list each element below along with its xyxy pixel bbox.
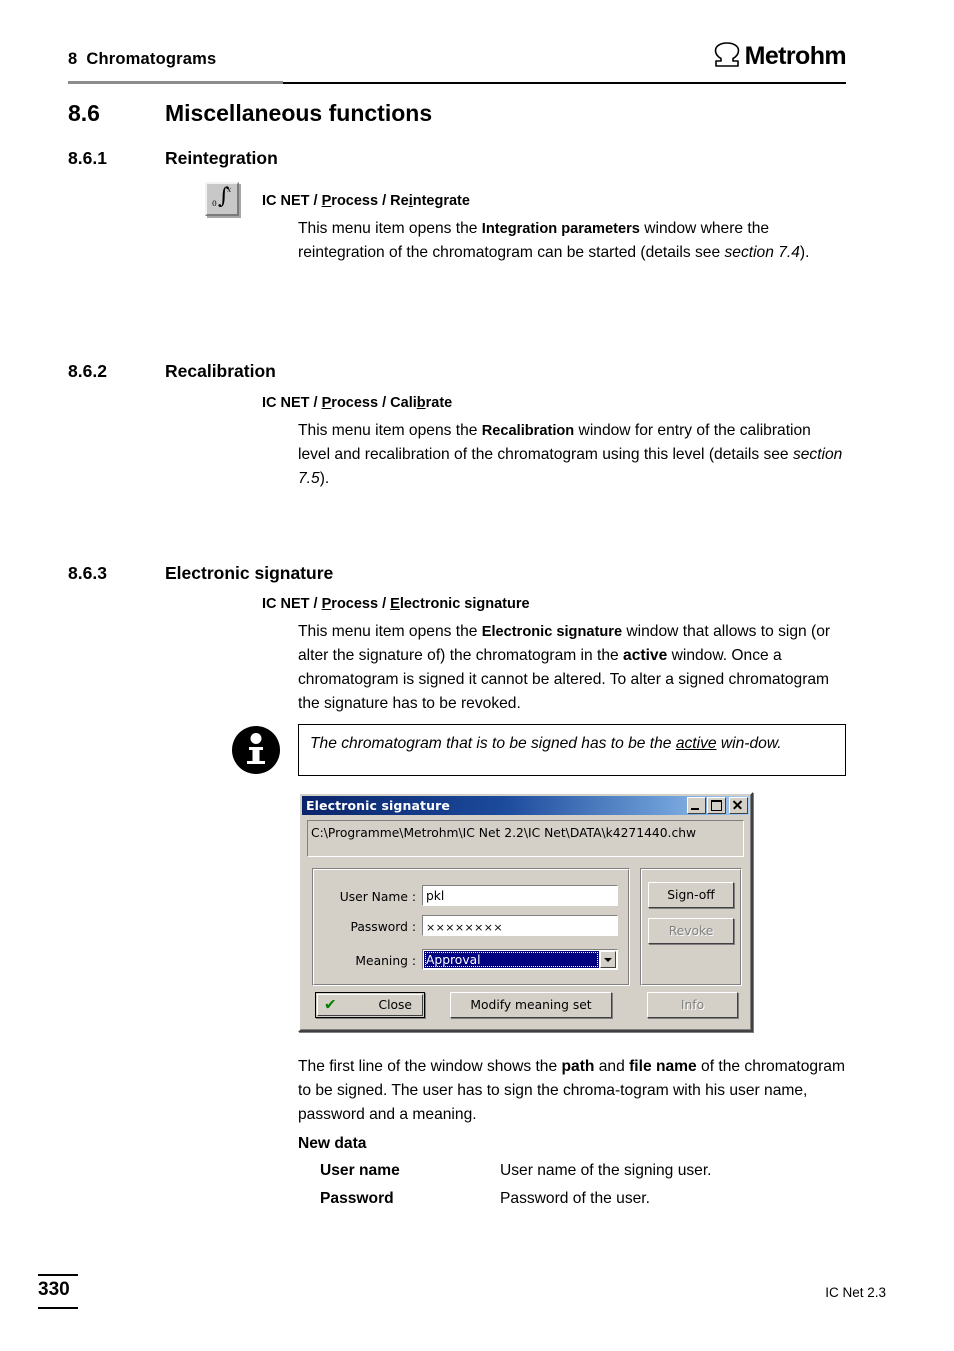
integral-glyph: ∫ x 0 [207,184,237,214]
menu-path-prefix: IC NET / [262,395,322,411]
info-icon-dot [250,733,262,744]
page-number: 330 [38,1279,70,1300]
electronic-signature-dialog: Electronic signature C:\Programme\Metroh… [298,792,753,1032]
minimize-button[interactable] [687,797,706,814]
meaning-selected-value: Approval [424,951,599,968]
menu-sep: / [378,395,391,411]
definition-description: Password of the user. [500,1190,650,1207]
user-name-label: User Name : [339,890,416,904]
close-button-label: Close [378,998,413,1012]
info-icon-serif-bottom [247,761,265,764]
menu-reintegrate-b: ntegrate [412,193,470,209]
subsection-title: Reintegration [165,148,278,168]
sign-off-button[interactable]: Sign-off [648,882,734,908]
checkmark-icon: ✔ [324,995,337,1014]
menu-accel-b: b [416,395,426,411]
definition-list: User name User name of the signing user.… [320,1162,850,1218]
menu-sep: / [378,193,391,209]
password-input[interactable]: ×××××××× [422,915,618,936]
subsection-number: 8.6.1 [68,148,107,168]
subsection-heading-reintegration: 8.6.1 Reintegration [68,148,278,169]
callout-text-line2: dow. [749,735,782,752]
definition-term: User name [320,1162,400,1179]
definition-term: Password [320,1190,394,1207]
menu-path-prefix: IC NET / [262,596,322,612]
meaning-dropdown[interactable]: Approval [422,949,618,970]
definition-row: Password Password of the user. [320,1190,850,1218]
note-callout: The chromatogram that is to be signed ha… [298,724,846,776]
header-chapter-title: Chromatograms [86,50,217,68]
header-rule-black [283,82,846,84]
revoke-button: Revoke [648,918,734,944]
callout-text-a: The chromatogram that is to be signed ha… [310,735,676,752]
menu-accel-p: P [321,395,332,411]
meaning-dropdown-button[interactable] [600,951,616,968]
callout-text-underlined: active [675,735,717,752]
menu-accel-e: E [390,596,400,612]
footer-rule-bottom [38,1307,78,1309]
menu-accel-p: P [321,193,332,209]
integral-toolbar-icon[interactable]: ∫ x 0 [205,182,239,216]
menu-path-electronic-signature: IC NET / Process / Electronic signature [262,596,530,612]
definition-row: User name User name of the signing user. [320,1162,850,1190]
metrohm-logo: Metrohm [712,42,847,70]
close-button[interactable]: ✔ Close [315,992,425,1018]
menu-calibrate-b: rate [425,395,453,411]
menu-reintegrate-a: Re [390,193,409,209]
paragraph-electronic-signature: This menu item opens the Electronic sign… [298,623,831,712]
subsection-heading-recalibration: 8.6.2 Recalibration [68,361,276,382]
menu-path-prefix: IC NET / [262,193,322,209]
modify-meaning-set-button[interactable]: Modify meaning set [450,992,612,1018]
section-heading: 8.6 Miscellaneous functions [68,100,432,127]
integral-lower-limit: 0 [212,199,217,208]
meaning-label: Meaning : [355,954,416,968]
metrohm-wordmark: Metrohm [744,42,847,70]
definition-description: User name of the signing user. [500,1162,712,1179]
running-header: 8 Chromatograms Metrohm [68,42,847,90]
menu-process-rest: rocess [331,395,379,411]
paragraph-closing: The first line of the window shows the p… [298,1058,845,1123]
subsection-number: 8.6.2 [68,361,107,381]
chevron-down-icon [604,957,612,962]
callout-text-b: win- [716,735,750,752]
maximize-icon [711,800,722,811]
header-chapter-number: 8 [68,50,78,68]
section-title: Miscellaneous functions [165,100,433,126]
subsection-title: Recalibration [165,361,276,381]
integral-upper-limit: x [227,185,232,194]
menu-process-rest: rocess [331,193,379,209]
close-window-button[interactable] [729,797,748,814]
footer-rule-top [38,1274,78,1276]
window-controls [687,797,748,814]
subsection-title: Electronic signature [165,563,334,583]
menu-path-calibrate: IC NET / Process / Calibrate [262,395,452,411]
header-rule-gray [68,81,283,84]
metrohm-omega-icon [712,42,742,68]
header-chapter: 8 Chromatograms [68,50,216,69]
paragraph-recalibration: This menu item opens the Recalibration w… [298,422,843,487]
menu-calibrate-a: Cali [390,395,417,411]
document-page: 8 Chromatograms Metrohm 8.6 Miscellaneous… [0,0,954,1351]
info-icon [232,726,280,774]
dialog-titlebar[interactable]: Electronic signature [302,796,749,815]
maximize-button[interactable] [707,797,726,814]
dialog-title: Electronic signature [306,798,450,813]
subsection-heading-electronic-signature: 8.6.3 Electronic signature [68,563,333,584]
section-number: 8.6 [68,100,100,126]
footer-product-name: IC Net 2.3 [825,1285,886,1300]
paragraph-reintegration: This menu item opens the Integration par… [298,220,810,261]
menu-accel-p: P [321,596,332,612]
file-path-display: C:\Programme\Metrohm\IC Net 2.2\IC Net\D… [307,820,744,857]
menu-electronic-signature-rest: lectronic signature [399,596,530,612]
password-label: Password : [350,920,417,934]
menu-process-rest: rocess [331,596,379,612]
menu-path-reintegrate: IC NET / Process / Reintegrate [262,193,470,209]
info-button: Info [647,992,738,1018]
menu-sep: / [378,596,391,612]
user-name-input[interactable]: pkl [422,885,618,906]
minimize-icon [691,808,699,810]
subsection-number: 8.6.3 [68,563,107,583]
definition-list-heading: New data [298,1135,367,1152]
